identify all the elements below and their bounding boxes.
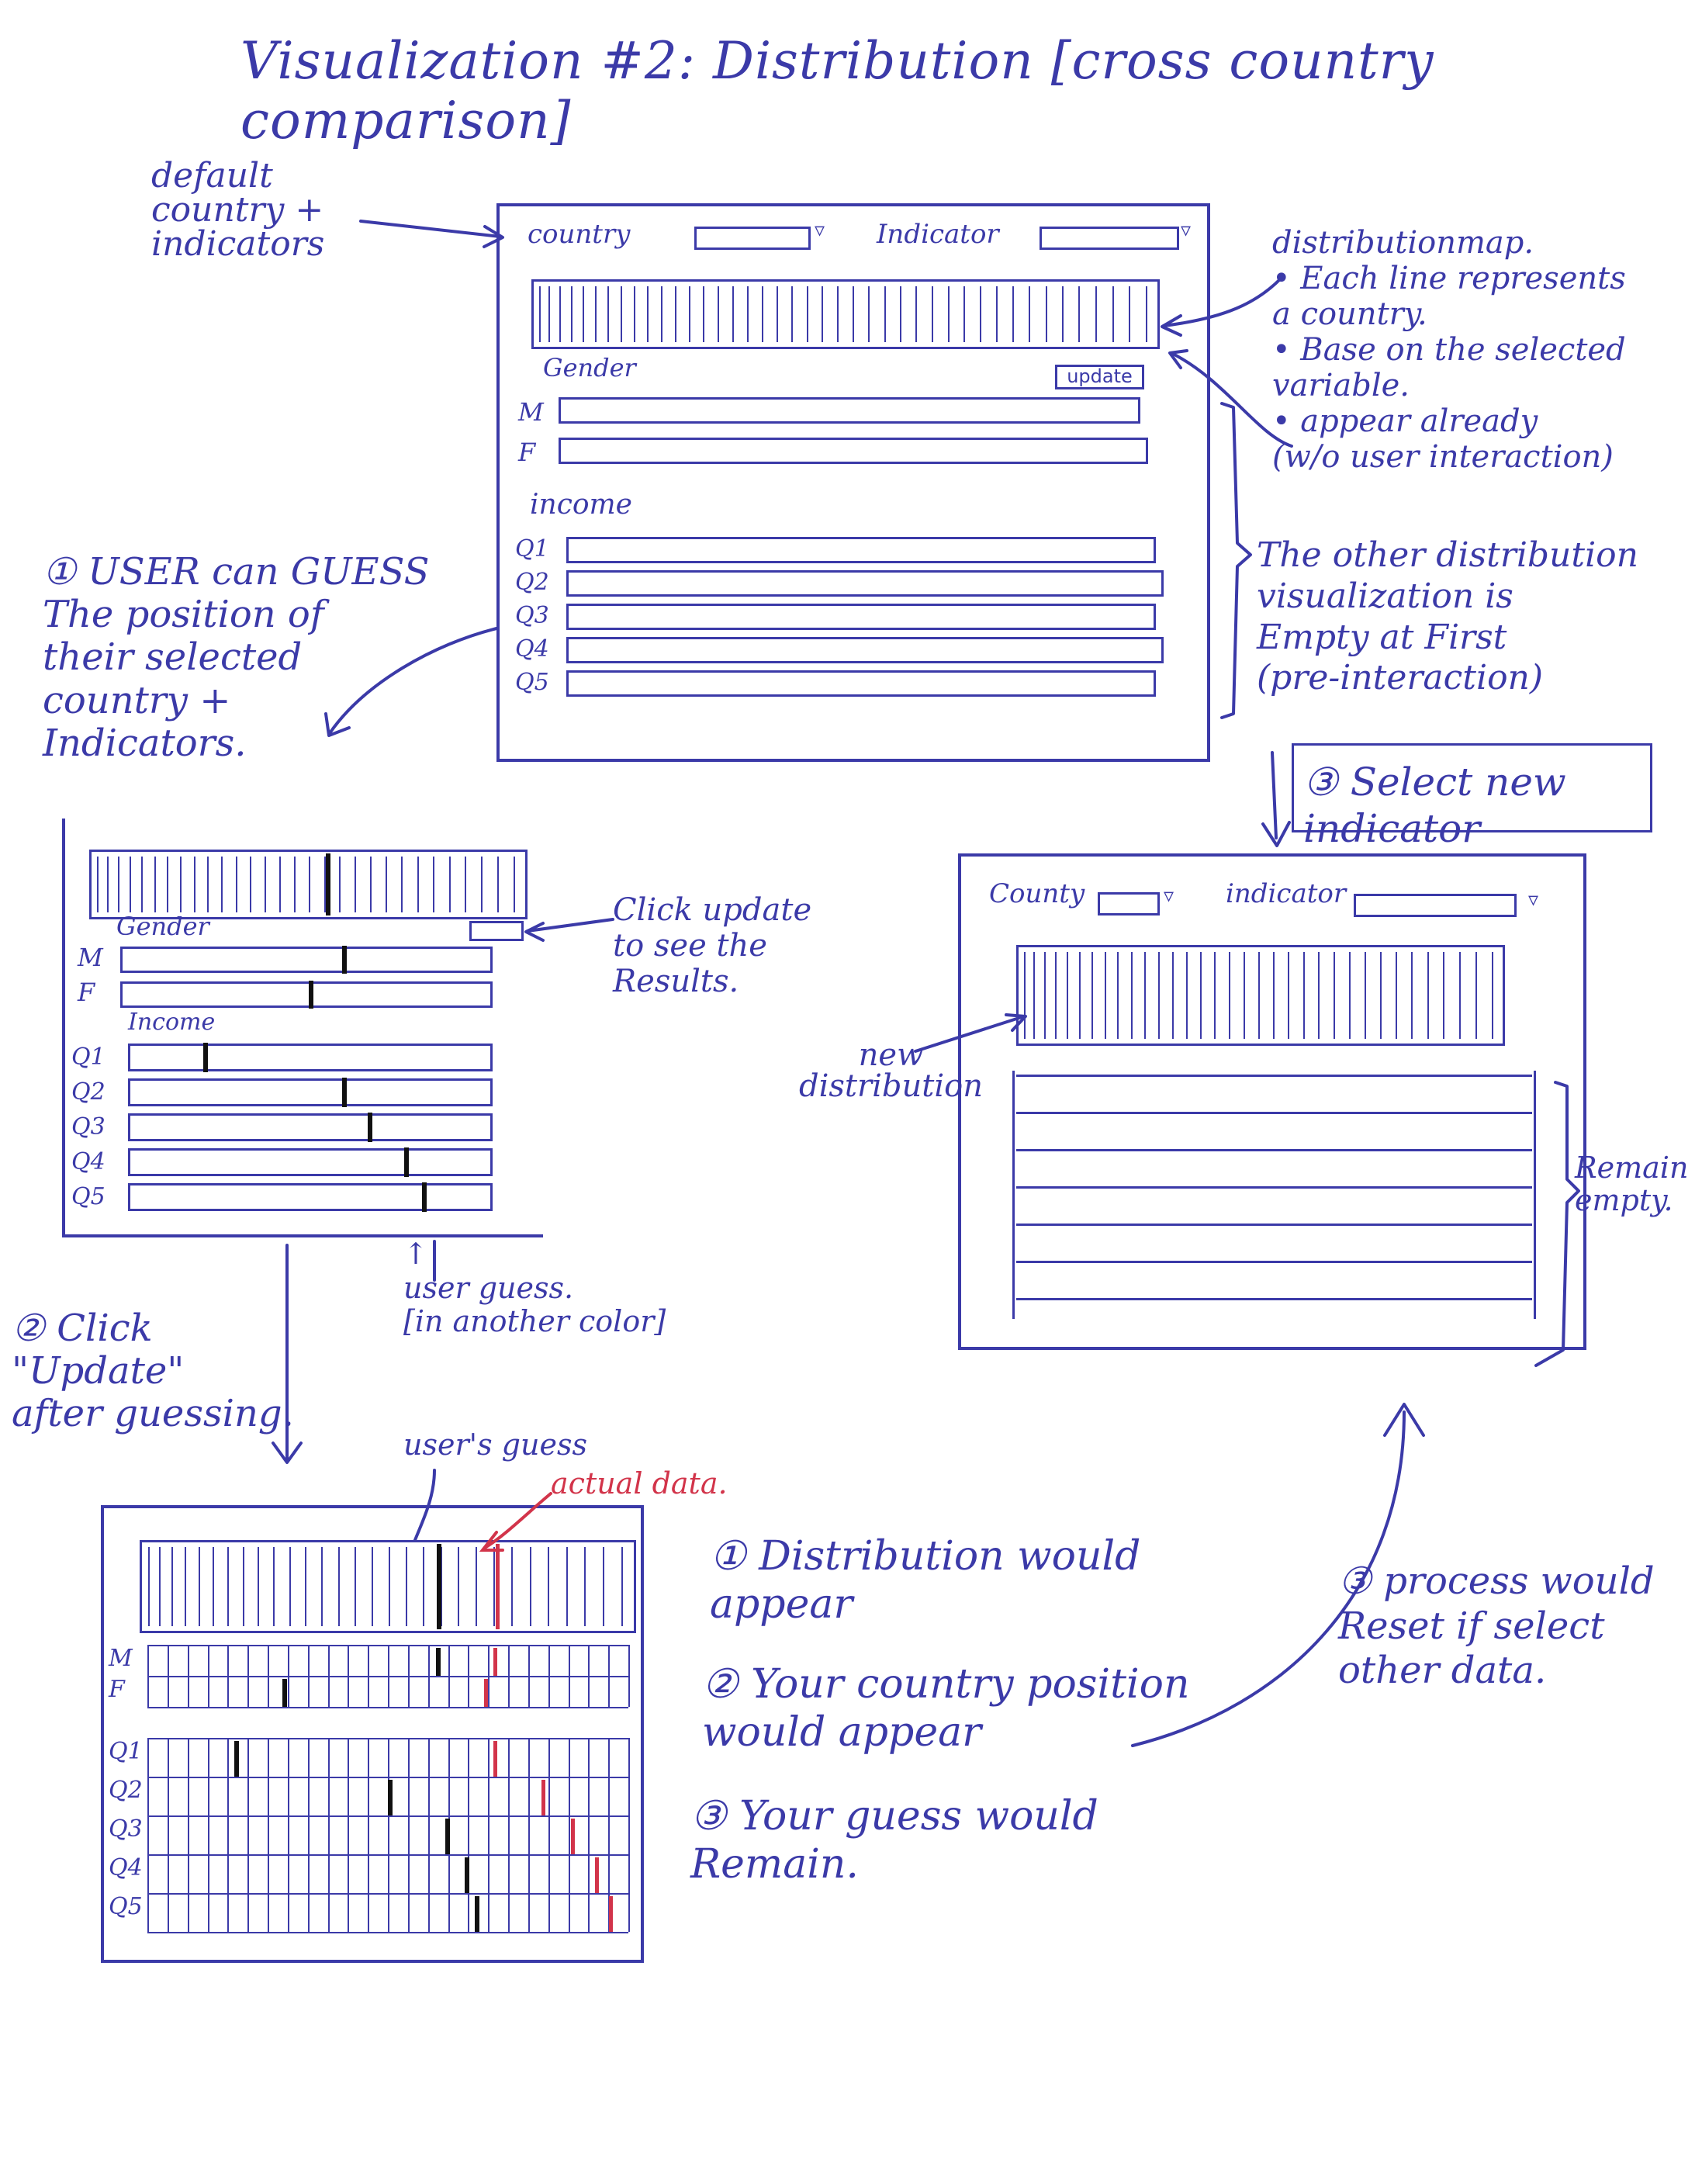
arrow-distmap-to-strip	[1162, 278, 1282, 327]
arrow-step3-down	[1271, 751, 1278, 839]
arrow-new-distribution	[914, 1015, 1026, 1053]
bracket-remain-empty	[1534, 1081, 1580, 1367]
arrow-step1	[328, 627, 498, 735]
arrow-reset	[1131, 1410, 1406, 1747]
arrow-default-to-country	[359, 220, 502, 238]
bracket-other-empty	[1220, 402, 1252, 719]
arrow-users-guess	[413, 1469, 436, 1542]
arrow-actual-data	[483, 1492, 552, 1549]
arrow-appear-to-strip	[1170, 351, 1293, 448]
connector-arrows	[272, 220, 1580, 1747]
